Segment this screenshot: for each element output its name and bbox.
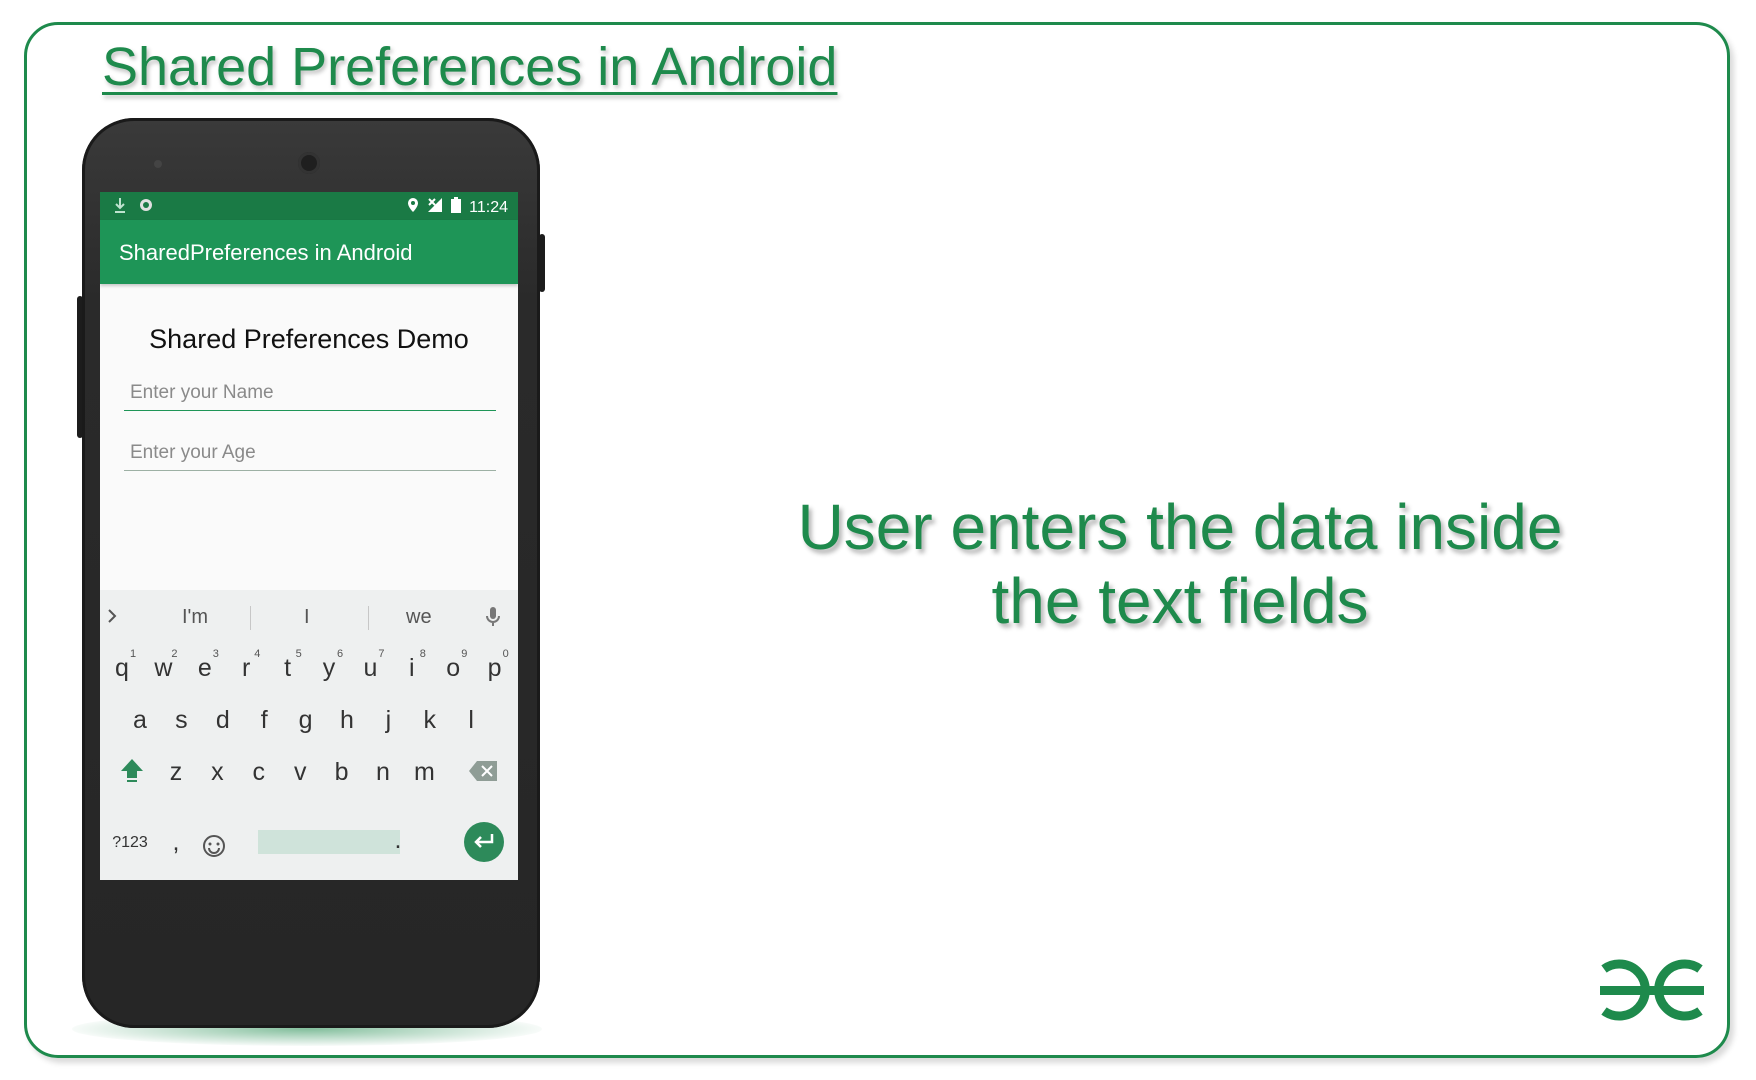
soft-keyboard: I'm I we ?123 , . q1w2 e 3 r 4 t 5 y 6 u…: [100, 590, 518, 880]
suggestion-divider: [368, 606, 369, 630]
suggestion-divider: [250, 606, 251, 630]
symbols-key[interactable]: ?123: [110, 834, 150, 852]
key-x[interactable]: x: [197, 758, 237, 787]
gfg-logo: [1600, 959, 1704, 1021]
key-n[interactable]: n: [363, 758, 403, 787]
period-key[interactable]: .: [378, 826, 418, 855]
key-hint: 9: [461, 648, 468, 660]
key-hint: 4: [254, 648, 261, 660]
key-f[interactable]: f: [244, 706, 284, 735]
key-z[interactable]: z: [156, 758, 196, 787]
front-camera: [298, 152, 320, 174]
emoji-icon[interactable]: [202, 834, 226, 863]
key-j[interactable]: j: [368, 706, 408, 735]
key-b[interactable]: b: [322, 758, 362, 787]
caption-line-2: the text fields: [991, 565, 1369, 637]
battery-icon: [451, 197, 462, 218]
mic-icon[interactable]: [486, 606, 500, 633]
enter-icon: [474, 834, 494, 848]
enter-key[interactable]: [464, 822, 504, 862]
app-title: SharedPreferences in Android: [119, 240, 413, 265]
suggestion-3[interactable]: we: [406, 606, 432, 629]
slide-title: Shared Preferences in Android: [102, 37, 838, 97]
app-bar: SharedPreferences in Android: [100, 220, 518, 284]
key-v[interactable]: v: [280, 758, 320, 787]
key-m[interactable]: m: [404, 758, 444, 787]
key-c[interactable]: c: [239, 758, 279, 787]
download-icon: [114, 197, 126, 218]
key-hint: 8: [419, 648, 426, 660]
shift-key[interactable]: [118, 756, 146, 789]
circle-status-icon: [138, 197, 154, 218]
suggestion-2[interactable]: I: [304, 606, 310, 629]
key-k[interactable]: k: [410, 706, 450, 735]
key-hint: 5: [295, 648, 302, 660]
location-icon: [407, 197, 419, 218]
suggestion-1[interactable]: I'm: [182, 606, 208, 629]
key-hint: 1: [130, 648, 137, 660]
key-hint: 6: [337, 648, 344, 660]
sensor-dot: [154, 160, 162, 168]
caption-line-1: User enters the data inside: [797, 491, 1563, 563]
key-h[interactable]: h: [327, 706, 367, 735]
key-g[interactable]: g: [286, 706, 326, 735]
chevron-right-icon[interactable]: [106, 606, 118, 631]
key-hint: 2: [171, 648, 178, 660]
age-placeholder: Enter your Age: [130, 442, 256, 463]
name-placeholder: Enter your Name: [130, 382, 274, 403]
screen-title: Shared Preferences Demo: [149, 324, 469, 354]
key-l[interactable]: l: [451, 706, 491, 735]
key-hint: 3: [212, 648, 219, 660]
comma-key[interactable]: ,: [156, 828, 196, 857]
key-hint: 0: [502, 648, 509, 660]
status-bar: 11:24: [100, 192, 518, 220]
key-s[interactable]: s: [161, 706, 201, 735]
key-a[interactable]: a: [120, 706, 160, 735]
signal-icon: [427, 197, 443, 218]
phone-screen: 11:24 SharedPreferences in Android Share…: [100, 192, 518, 880]
backspace-key[interactable]: [468, 760, 498, 787]
age-input[interactable]: Enter your Age: [124, 436, 496, 471]
name-input[interactable]: Enter your Name: [124, 376, 496, 411]
key-d[interactable]: d: [203, 706, 243, 735]
key-hint: 7: [378, 648, 385, 660]
slide-caption: User enters the data inside the text fie…: [770, 490, 1590, 638]
suggestion-bar: I'm I we: [100, 590, 518, 646]
status-time: 11:24: [469, 198, 508, 216]
